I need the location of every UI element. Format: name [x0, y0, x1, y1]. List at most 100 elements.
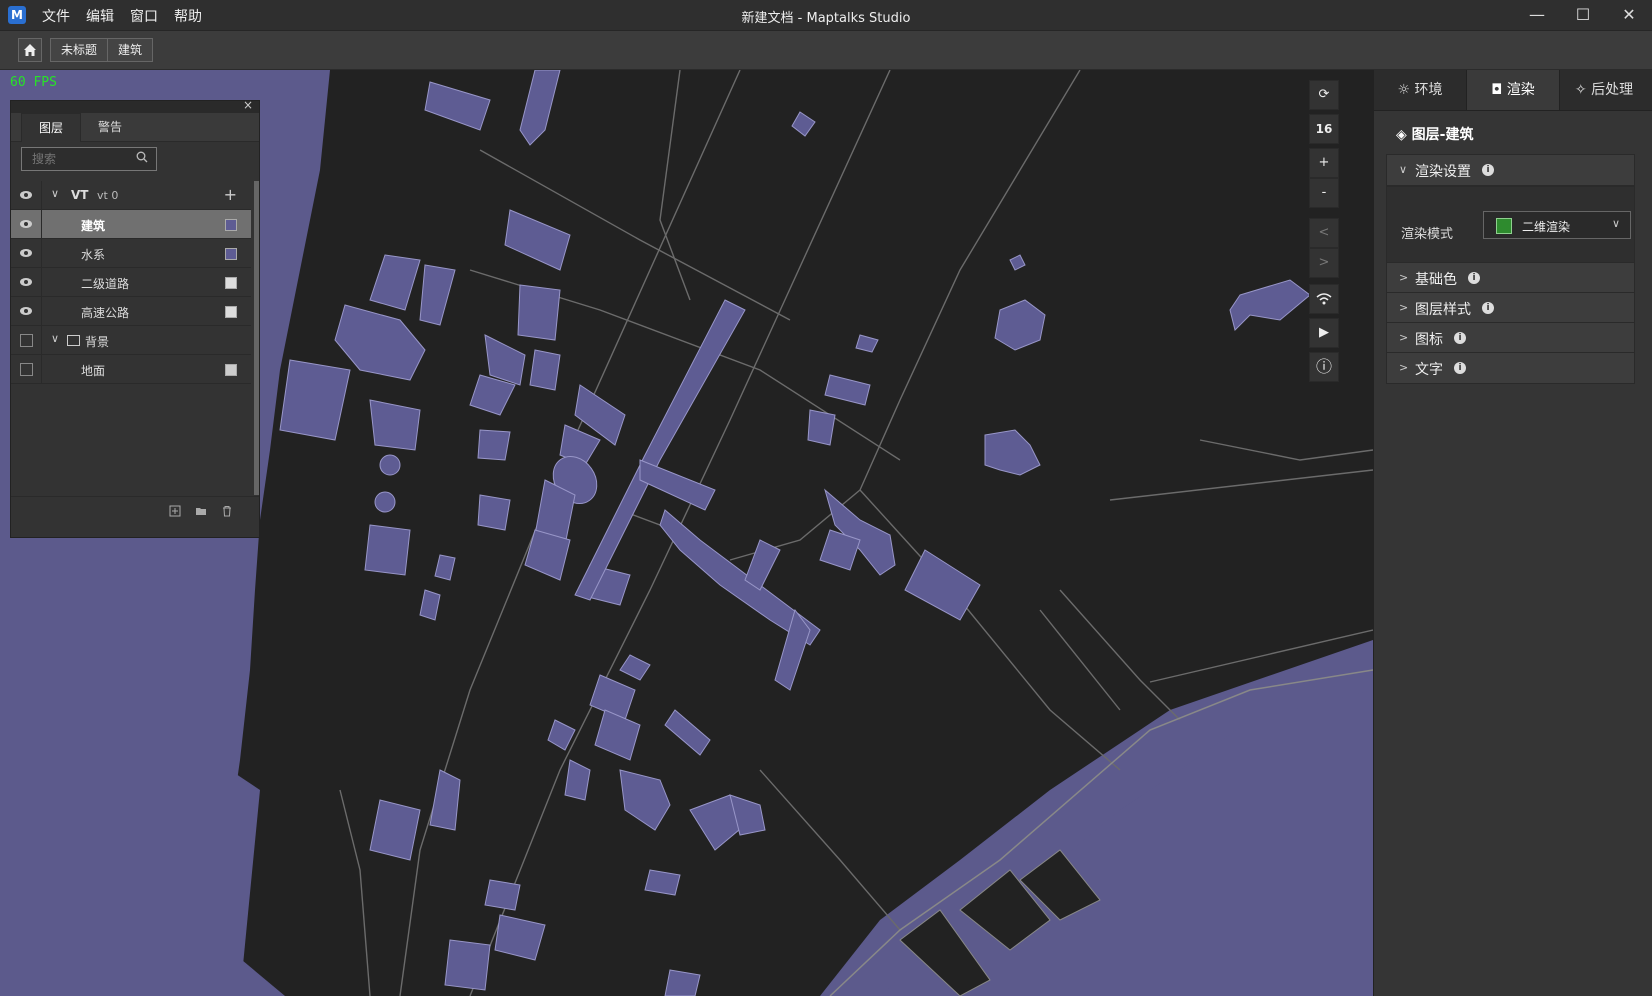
chevron-down-icon: ∨	[1399, 163, 1408, 176]
eye-icon[interactable]	[20, 278, 32, 286]
fps-counter: 60 FPS	[10, 75, 57, 90]
previous-view-button[interactable]: <	[1309, 218, 1339, 248]
menu-help[interactable]: 帮助	[174, 6, 202, 26]
minimize-button[interactable]: —	[1514, 0, 1560, 30]
layer-item-secondary-road[interactable]: 二级道路	[11, 268, 251, 297]
maximize-button[interactable]: ☐	[1560, 0, 1606, 30]
eye-icon[interactable]	[20, 307, 32, 315]
layer-item-water[interactable]: 水系	[11, 239, 251, 268]
environment-icon: ☼	[1397, 82, 1411, 98]
layer-color-swatch[interactable]	[225, 277, 237, 289]
menu-edit[interactable]: 编辑	[86, 6, 114, 26]
render-mode-value: 二维渲染	[1522, 220, 1571, 234]
menu-file[interactable]: 文件	[42, 6, 70, 26]
section-layer-style[interactable]: > 图层样式 i	[1386, 292, 1635, 324]
layer-header-title: 图层-建筑	[1411, 127, 1474, 143]
magic-wand-icon: ✧	[1574, 82, 1587, 98]
layer-color-swatch[interactable]	[225, 364, 237, 376]
play-button[interactable]: ▶	[1309, 318, 1339, 348]
search-input[interactable]	[22, 148, 134, 170]
layer-name: 高速公路	[81, 306, 130, 320]
search-icon[interactable]	[136, 151, 148, 163]
wifi-button[interactable]	[1309, 284, 1339, 314]
close-window-button[interactable]: ✕	[1606, 0, 1652, 30]
window-title: 新建文档 - Maptalks Studio	[741, 11, 911, 26]
layer-color-swatch[interactable]	[225, 306, 237, 318]
eye-icon[interactable]	[20, 191, 32, 199]
image-icon	[67, 335, 80, 346]
layer-panel-tabs: 图层 警告	[11, 113, 259, 142]
info-icon[interactable]: i	[1468, 272, 1480, 284]
layer-list-scrollbar[interactable]	[254, 181, 259, 495]
play-icon: ▶	[1319, 325, 1329, 340]
reset-view-button[interactable]: ⟳	[1309, 80, 1339, 110]
chevron-down-icon[interactable]: ∨	[51, 187, 59, 200]
grid-icon	[1496, 218, 1512, 234]
layer-color-swatch[interactable]	[225, 248, 237, 260]
app-logo-icon: M	[8, 6, 26, 24]
tab-label: 后处理	[1591, 82, 1634, 98]
info-button[interactable]: ⓘ	[1309, 352, 1339, 382]
tab-warnings[interactable]: 警告	[81, 113, 139, 141]
chevron-right-icon: >	[1399, 331, 1409, 344]
tab-label: 渲染	[1506, 82, 1535, 98]
render-mode-label: 渲染模式	[1401, 227, 1454, 242]
zoom-in-button[interactable]: +	[1309, 148, 1339, 178]
layer-item-ground[interactable]: 地面	[11, 355, 251, 384]
tab-postprocess[interactable]: ✧ 后处理	[1558, 70, 1650, 110]
home-icon	[24, 44, 36, 56]
layer-item-building[interactable]: 建筑	[11, 210, 251, 239]
info-icon[interactable]: i	[1482, 302, 1494, 314]
info-icon[interactable]: i	[1454, 362, 1466, 374]
tab-environment[interactable]: ☼ 环境	[1374, 70, 1466, 110]
section-base-color[interactable]: > 基础色 i	[1386, 262, 1635, 294]
new-layer-icon[interactable]	[169, 505, 181, 517]
visibility-checkbox[interactable]	[20, 363, 33, 376]
chevron-down-icon[interactable]: ∨	[51, 332, 59, 345]
render-mode-select[interactable]: 二维渲染 ∨	[1483, 211, 1631, 239]
layer-panel: × 图层 警告 ∨ VT vt 0 + 建筑 水系	[10, 98, 260, 538]
new-folder-icon[interactable]	[195, 505, 207, 517]
eye-icon[interactable]	[20, 249, 32, 257]
group-label: 背景	[85, 335, 110, 349]
info-icon[interactable]: i	[1454, 332, 1466, 344]
info-icon: ⓘ	[1315, 357, 1332, 376]
zoom-out-button[interactable]: -	[1309, 178, 1339, 208]
minus-icon: -	[1321, 185, 1327, 200]
layer-item-highway[interactable]: 高速公路	[11, 297, 251, 326]
section-title: 渲染设置	[1415, 164, 1471, 180]
breadcrumb-item-untitled[interactable]: 未标题	[50, 38, 109, 62]
section-title: 文字	[1415, 362, 1443, 378]
menu-window[interactable]: 窗口	[130, 6, 158, 26]
tab-label: 环境	[1414, 82, 1443, 98]
layer-header: ◈ 图层-建筑	[1396, 124, 1473, 144]
eye-icon[interactable]	[20, 220, 32, 228]
title-bar: M 文件 编辑 窗口 帮助 新建文档 - Maptalks Studio — ☐…	[0, 0, 1652, 31]
layer-list: ∨ VT vt 0 + 建筑 水系 二级道路 高速公路 ∨ 背景 地面	[11, 181, 251, 384]
breadcrumb-item-building[interactable]: 建筑	[107, 38, 154, 62]
zoom-level: 16	[1309, 114, 1339, 144]
close-icon[interactable]: ×	[243, 98, 253, 112]
breadcrumb: 未标题 建筑	[0, 31, 1652, 69]
layer-color-swatch[interactable]	[225, 219, 237, 231]
add-layer-icon[interactable]: +	[224, 185, 237, 204]
section-title: 图层样式	[1415, 302, 1471, 318]
section-text[interactable]: > 文字 i	[1386, 352, 1635, 384]
property-panel: ☼ 环境 ◘ 渲染 ✧ 后处理 ◈ 图层-建筑 ∨ 渲染设置 i 渲染模式 二维…	[1373, 70, 1652, 996]
tab-render[interactable]: ◘ 渲染	[1466, 70, 1560, 110]
section-icon[interactable]: > 图标 i	[1386, 322, 1635, 354]
tab-layers[interactable]: 图层	[21, 113, 81, 142]
info-icon[interactable]: i	[1482, 164, 1494, 176]
chevron-right-icon: >	[1399, 271, 1409, 284]
section-render-settings[interactable]: ∨ 渲染设置 i	[1386, 154, 1635, 186]
home-button[interactable]	[18, 38, 42, 62]
group-label: VT	[71, 188, 89, 202]
delete-icon[interactable]	[221, 505, 233, 517]
chevron-right-icon: >	[1399, 301, 1409, 314]
layer-group-background[interactable]: ∨ 背景	[11, 326, 251, 355]
render-settings-body: 渲染模式 二维渲染 ∨	[1386, 186, 1635, 264]
visibility-checkbox[interactable]	[20, 334, 33, 347]
next-view-button[interactable]: >	[1309, 248, 1339, 278]
layer-group-vt[interactable]: ∨ VT vt 0 +	[11, 181, 251, 210]
camera-icon: ◘	[1491, 82, 1503, 98]
